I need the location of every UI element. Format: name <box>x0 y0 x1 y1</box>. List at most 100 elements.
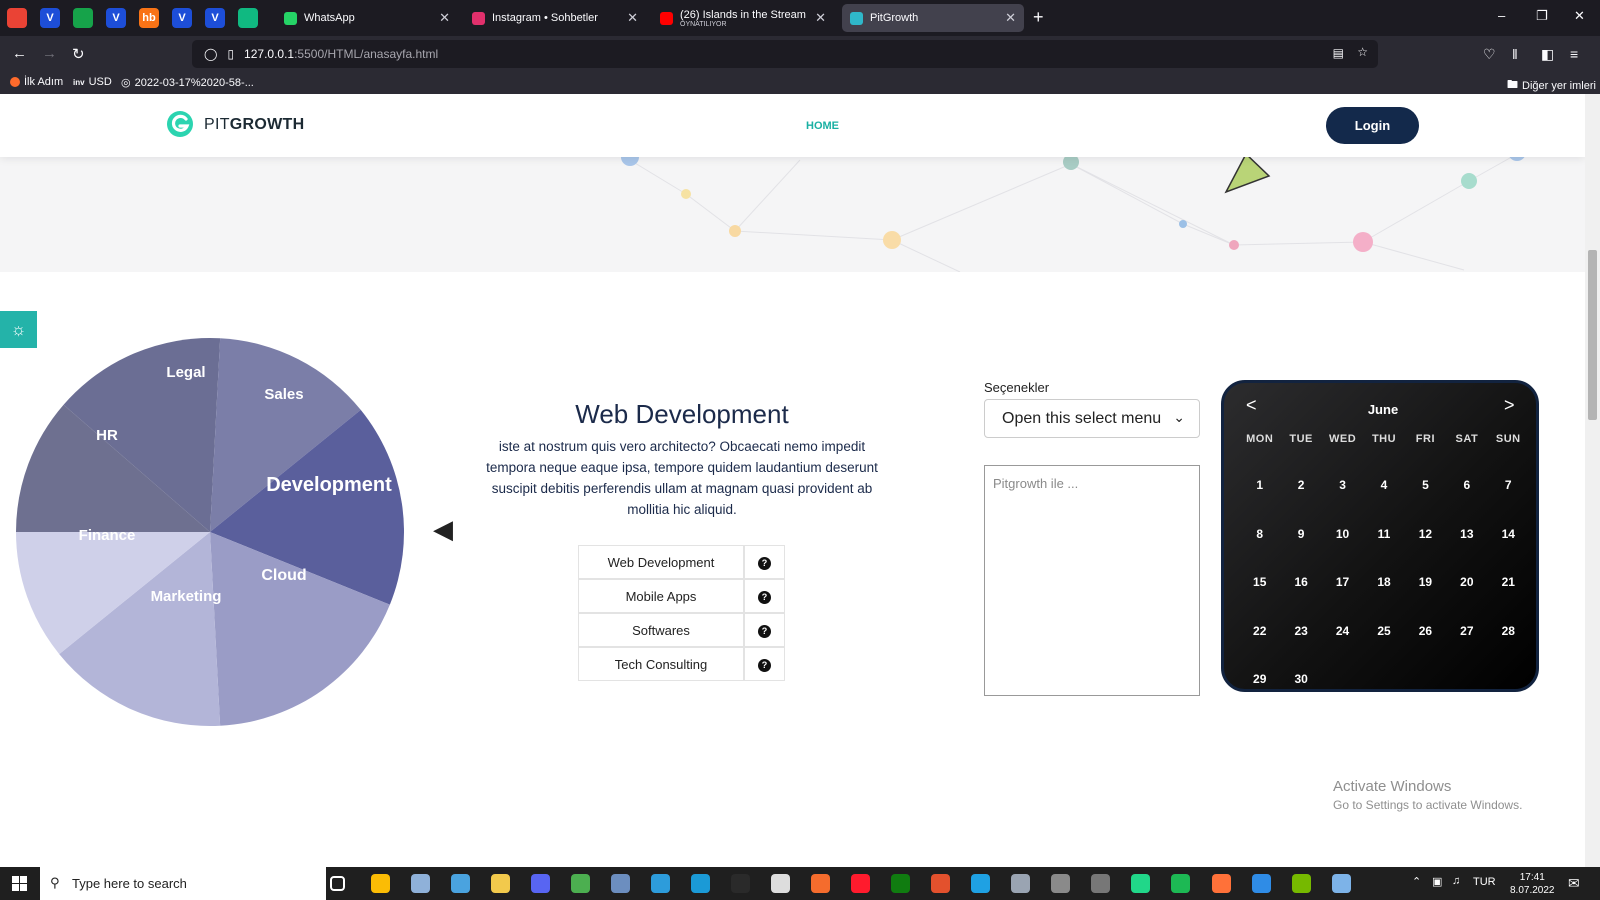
calendar-day[interactable]: 4 <box>1363 461 1404 510</box>
edge-icon[interactable] <box>971 874 990 893</box>
notification-icon[interactable]: ✉ <box>1568 875 1580 892</box>
v-app-icon[interactable]: V <box>172 8 192 28</box>
settings-gear-icon[interactable] <box>1011 874 1030 893</box>
scrollbar-thumb[interactable] <box>1588 250 1597 420</box>
calendar-day[interactable]: 24 <box>1322 607 1363 656</box>
terminal-icon[interactable] <box>1091 874 1110 893</box>
question-mark-icon[interactable]: ? <box>758 556 771 570</box>
game-icon[interactable] <box>1051 874 1070 893</box>
calendar-day[interactable]: 29 <box>1239 655 1280 704</box>
close-window-button[interactable]: ✕ <box>1574 8 1585 24</box>
site-logo[interactable]: PITGROWTH <box>204 116 304 134</box>
tray-chevron-icon[interactable]: ⌃ <box>1412 875 1421 888</box>
department-pie-chart[interactable]: Legal Sales Development Cloud Marketing Finan… <box>14 336 406 728</box>
calendar-day[interactable]: 19 <box>1405 558 1446 607</box>
language-indicator[interactable]: TUR <box>1473 876 1496 888</box>
pocket-icon[interactable]: ♡ <box>1483 46 1496 63</box>
close-tab-icon[interactable]: ✕ <box>815 10 826 26</box>
calendar-day[interactable]: 11 <box>1363 510 1404 559</box>
restore-button[interactable]: ❐ <box>1536 8 1548 24</box>
calendar-day[interactable]: 2 <box>1280 461 1321 510</box>
ai-icon[interactable] <box>238 8 258 28</box>
calendar-day[interactable]: 28 <box>1488 607 1529 656</box>
browser-tab[interactable]: WhatsApp ✕ <box>276 4 458 32</box>
calendar-day[interactable]: 1 <box>1239 461 1280 510</box>
login-button[interactable]: Login <box>1326 107 1419 144</box>
close-tab-icon[interactable]: ✕ <box>439 10 450 26</box>
mail-icon[interactable] <box>931 874 950 893</box>
question-mark-icon[interactable]: ? <box>758 590 771 604</box>
network-icon[interactable]: ▣ <box>1432 875 1442 888</box>
bookmark-item[interactable]: İlk Adım <box>10 76 63 88</box>
steam-icon[interactable] <box>691 874 710 893</box>
calendar-day[interactable]: 5 <box>1405 461 1446 510</box>
nav-home-link[interactable]: HOME <box>806 120 839 132</box>
jetbrains-icon[interactable] <box>1131 874 1150 893</box>
calendar-day[interactable]: 27 <box>1446 607 1487 656</box>
chrome-icon[interactable] <box>371 874 390 893</box>
xbox-game-icon[interactable] <box>571 874 590 893</box>
bookmark-item[interactable]: inv USD <box>73 76 112 88</box>
file-explorer-icon[interactable] <box>491 874 510 893</box>
library-icon[interactable]: ‖ <box>1512 46 1518 62</box>
close-tab-icon[interactable]: ✕ <box>1005 10 1016 26</box>
v-app-icon[interactable]: V <box>40 8 60 28</box>
xbox-icon[interactable] <box>891 874 910 893</box>
forward-arrow-icon[interactable]: → <box>42 45 57 62</box>
browser-tab[interactable]: PitGrowth ✕ <box>842 4 1024 32</box>
new-tab-button[interactable]: + <box>1033 7 1044 28</box>
calendar-day[interactable]: 13 <box>1446 510 1487 559</box>
calendar-day[interactable]: 30 <box>1280 655 1321 704</box>
nvidia-icon[interactable] <box>1292 874 1311 893</box>
firefox-icon[interactable] <box>1212 874 1231 893</box>
windows-start-icon[interactable] <box>12 876 27 891</box>
hb-icon[interactable]: hb <box>139 8 159 28</box>
volume-icon[interactable]: ♫ <box>1452 875 1460 887</box>
spotify-icon[interactable] <box>1171 874 1190 893</box>
calendar-day[interactable]: 14 <box>1488 510 1529 559</box>
calendar-day[interactable]: 7 <box>1488 461 1529 510</box>
v-app-icon[interactable]: V <box>106 8 126 28</box>
calendar-day[interactable]: 20 <box>1446 558 1487 607</box>
message-textarea[interactable]: Pitgrowth ile ... <box>984 465 1200 696</box>
page-scrollbar[interactable] <box>1585 94 1600 867</box>
vscode-icon[interactable] <box>1252 874 1271 893</box>
origin-icon[interactable] <box>811 874 830 893</box>
store-icon[interactable] <box>651 874 670 893</box>
file-manager-icon[interactable] <box>411 874 430 893</box>
calendar-day[interactable]: 21 <box>1488 558 1529 607</box>
back-arrow-icon[interactable]: ← <box>12 45 27 62</box>
question-mark-icon[interactable]: ? <box>758 658 771 672</box>
calendar-day[interactable]: 6 <box>1446 461 1487 510</box>
other-bookmarks[interactable]: 🖿 Diğer yer imleri <box>1507 76 1596 95</box>
bookmark-star-icon[interactable]: ☆ <box>1357 45 1368 59</box>
calendar-day[interactable]: 16 <box>1280 558 1321 607</box>
vpn-icon[interactable] <box>451 874 470 893</box>
calendar-day[interactable]: 12 <box>1405 510 1446 559</box>
calendar-day[interactable]: 9 <box>1280 510 1321 559</box>
opera-icon[interactable] <box>851 874 870 893</box>
gmail-icon[interactable] <box>7 8 27 28</box>
bookmark-item[interactable]: ◎ 2022-03-17%2020-58-... <box>121 76 254 90</box>
calendar-day[interactable]: 10 <box>1322 510 1363 559</box>
menu-icon[interactable]: ≡ <box>1570 46 1578 62</box>
v-app-icon[interactable]: V <box>205 8 225 28</box>
url-bar[interactable]: ◯ ▯ 127.0.0.1:5500/HTML/anasayfa.html ▤ … <box>192 40 1378 68</box>
browser-tab[interactable]: (26) Islands in the Stream coverOYNATILI… <box>652 4 834 32</box>
epic-games-icon[interactable] <box>731 874 750 893</box>
reader-view-icon[interactable]: ▤ <box>1333 46 1344 60</box>
calendar-day[interactable]: 22 <box>1239 607 1280 656</box>
calendar-day[interactable]: 25 <box>1363 607 1404 656</box>
taskbar-search[interactable]: ⚲ Type here to search <box>40 867 326 900</box>
notepad-icon[interactable] <box>1332 874 1351 893</box>
question-mark-icon[interactable]: ? <box>758 624 771 638</box>
discord-icon[interactable] <box>531 874 550 893</box>
calendar-day[interactable]: 17 <box>1322 558 1363 607</box>
calendar-day[interactable]: 18 <box>1363 558 1404 607</box>
options-select[interactable]: Open this select menu ⌄ <box>984 399 1200 438</box>
photos-icon[interactable] <box>611 874 630 893</box>
close-tab-icon[interactable]: ✕ <box>627 10 638 26</box>
obs-icon[interactable] <box>771 874 790 893</box>
task-view-icon[interactable] <box>330 876 345 891</box>
system-clock[interactable]: 17:41 8.07.2022 <box>1510 871 1555 897</box>
